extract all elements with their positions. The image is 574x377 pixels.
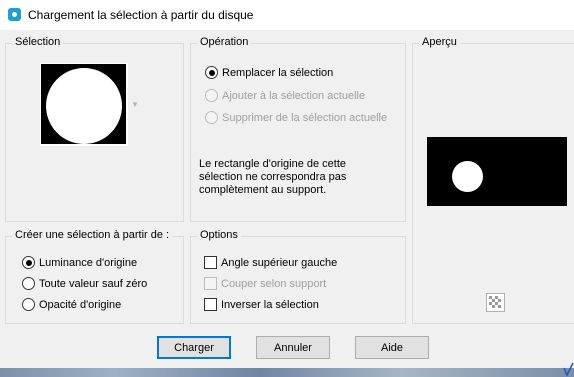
radio-subtract-selection[interactable]: Supprimer de la sélection actuelle	[205, 111, 387, 124]
preview-circle-shape	[452, 161, 483, 192]
help-button[interactable]: Aide	[355, 336, 429, 359]
radio-button[interactable]	[22, 256, 35, 269]
preview-image	[427, 137, 567, 206]
options-group-label: Options	[197, 229, 241, 241]
radio-label: Supprimer de la sélection actuelle	[222, 111, 388, 124]
radio-add-selection[interactable]: Ajouter à la sélection actuelle	[205, 89, 365, 102]
radio-label: Toute valeur sauf zéro	[39, 277, 148, 290]
radio-any-nonzero[interactable]: Toute valeur sauf zéro	[22, 277, 147, 290]
radio-button[interactable]	[22, 298, 35, 311]
radio-button[interactable]	[205, 66, 218, 79]
checkerboard-icon[interactable]	[486, 293, 505, 312]
checkbox-label: Angle supérieur gauche	[221, 256, 338, 269]
preview-group-label: Aperçu	[419, 36, 460, 48]
radio-label: Remplacer la sélection	[222, 66, 334, 79]
note-line: complètement au support.	[199, 184, 327, 196]
operation-note: Le rectangle d'origine de cette sélectio…	[199, 158, 389, 197]
radio-label: Opacité d'origine	[39, 298, 122, 311]
radio-source-luminance[interactable]: Luminance d'origine	[22, 256, 137, 269]
operation-group-label: Opération	[197, 36, 252, 48]
dialog-window: Chargement la sélection à partir du disq…	[0, 0, 574, 377]
background-strip	[0, 368, 574, 377]
checkbox-top-left-corner[interactable]: Angle supérieur gauche	[204, 256, 337, 269]
radio-label: Ajouter à la sélection actuelle	[222, 89, 366, 102]
radio-replace-selection[interactable]: Remplacer la sélection	[205, 66, 333, 79]
cancel-button[interactable]: Annuler	[256, 336, 330, 359]
checkbox[interactable]	[204, 277, 217, 290]
chevron-down-icon[interactable]: ▼	[131, 100, 139, 109]
create-from-group-label: Créer une sélection à partir de :	[12, 229, 173, 241]
checkbox-label: Couper selon support	[221, 277, 327, 290]
checkbox-label: Inverser la sélection	[221, 298, 319, 311]
note-line: sélection ne correspondra pas	[199, 171, 347, 183]
radio-button[interactable]	[205, 111, 218, 124]
load-button[interactable]: Charger	[157, 336, 231, 359]
radio-label: Luminance d'origine	[39, 256, 138, 269]
radio-button[interactable]	[22, 277, 35, 290]
radio-source-opacity[interactable]: Opacité d'origine	[22, 298, 121, 311]
checkbox-crop-to-canvas[interactable]: Couper selon support	[204, 277, 326, 290]
note-line: Le rectangle d'origine de cette	[199, 158, 347, 170]
window-title: Chargement la sélection à partir du disq…	[28, 8, 254, 22]
app-icon	[8, 8, 21, 21]
radio-button[interactable]	[205, 89, 218, 102]
checkbox[interactable]	[204, 256, 217, 269]
selection-thumbnail-background	[41, 64, 126, 144]
selection-circle-shape	[46, 68, 122, 144]
title-bar: Chargement la sélection à partir du disq…	[0, 0, 574, 30]
selection-group-label: Sélection	[12, 36, 64, 48]
checkbox-invert-selection[interactable]: Inverser la sélection	[204, 298, 319, 311]
checkbox[interactable]	[204, 298, 217, 311]
selection-thumbnail[interactable]	[40, 63, 128, 146]
checkmark-icon	[563, 362, 574, 377]
